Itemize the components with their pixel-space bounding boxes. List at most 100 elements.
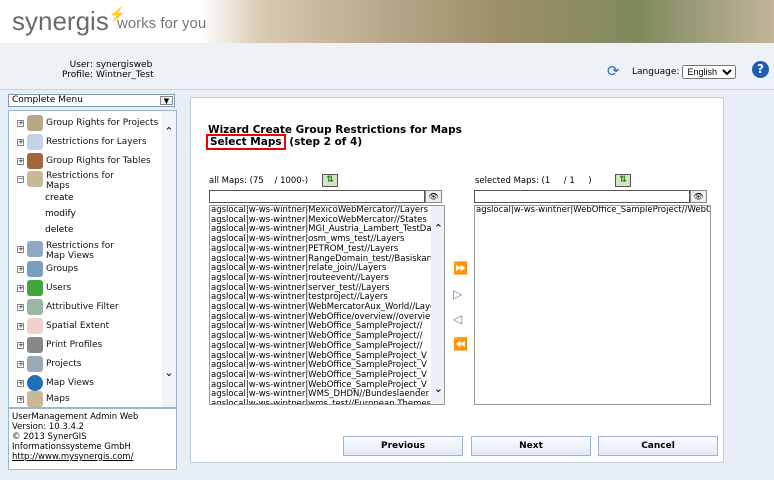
all-maps-label: all Maps: (75 / 1000-) (209, 176, 309, 186)
menu-item-spatial-extent[interactable]: + Spatial Extent (17, 318, 109, 334)
submenu-create[interactable]: create (45, 193, 74, 203)
cancel-button[interactable]: Cancel (598, 436, 718, 456)
menu-item-maps[interactable]: + Maps (17, 391, 70, 407)
search-icon[interactable]: 👁 (690, 190, 707, 203)
all-maps-list[interactable]: ⌃ ⌄ agslocal|w-ws-wintner|MexicoWebMercat… (209, 205, 445, 405)
user-label: User: (69, 60, 93, 70)
expand-icon[interactable]: + (17, 284, 24, 292)
printer-icon (27, 337, 43, 353)
selected-maps-filter-input[interactable] (474, 190, 690, 203)
selected-maps-label: selected Maps: (1 / 1 ) (475, 176, 592, 186)
menu-item-restrictions-layers[interactable]: + Restrictions for Layers (17, 134, 147, 150)
menu-item-restrictions-map-views[interactable]: + Restrictions for Map Views (17, 241, 126, 261)
expand-icon[interactable]: + (17, 395, 24, 403)
move-right-button[interactable]: ▷ (453, 287, 462, 301)
profile-name: Wintner_Test (96, 70, 154, 80)
user-name: synergisweb (96, 60, 153, 70)
move-all-right-button[interactable]: ⏩ (453, 261, 468, 275)
step-info: (step 2 of 4) (289, 136, 363, 148)
about-version: Version: 10.3.4.2 (12, 422, 84, 432)
list-item[interactable]: agslocal|w-ws-wintner|wms_test//European… (210, 399, 444, 404)
scroll-down-icon[interactable]: ⌄ (432, 383, 444, 394)
sidebar: Complete Menu ▼ + Group Rights for Project… (8, 94, 177, 408)
language-select[interactable]: English (682, 65, 737, 79)
expand-icon[interactable]: + (17, 119, 24, 127)
projects-icon (27, 356, 43, 372)
menu-item-label: Attributive Filter (46, 301, 119, 312)
groups-icon (27, 261, 43, 277)
about-copyright: © 2013 SynerGIS (12, 432, 87, 442)
menu-item-label: Groups (46, 263, 79, 274)
list-scrollbar[interactable]: ⌃ ⌄ (431, 206, 444, 404)
scroll-down-icon[interactable]: ⌄ (162, 366, 176, 379)
submenu-modify[interactable]: modify (45, 209, 76, 219)
menu-item-print-profiles[interactable]: + Print Profiles (17, 337, 102, 353)
help-icon[interactable]: ? (752, 61, 769, 78)
maps-icon (27, 391, 43, 407)
users-icon (27, 280, 43, 296)
expand-icon[interactable]: + (17, 157, 24, 165)
menu-tree: + Group Rights for Projects + Restrictions… (8, 110, 177, 408)
search-icon[interactable]: 👁 (425, 190, 442, 203)
expand-icon[interactable]: + (17, 341, 24, 349)
mapview-user-icon (27, 241, 43, 257)
expand-icon[interactable]: + (17, 303, 24, 311)
map-user-icon (27, 171, 43, 187)
menu-scrollbar[interactable]: ⌃ ⌄ (162, 111, 176, 407)
menu-select-value: Complete Menu (12, 95, 83, 105)
lock-user-icon (27, 115, 43, 131)
step-title: Select Maps (206, 134, 286, 150)
expand-icon[interactable]: + (17, 138, 24, 146)
menu-item-map-views[interactable]: + Map Views (17, 375, 94, 391)
refresh-icon[interactable]: ⟳ (607, 62, 620, 80)
menu-item-group-rights-tables[interactable]: + Group Rights for Tables (17, 153, 151, 169)
menu-item-label: Print Profiles (46, 339, 103, 350)
about-product: UserManagement Admin Web (12, 412, 139, 422)
selected-maps-list[interactable]: agslocal|w-ws-wintner|WebOffice_SamplePr… (474, 205, 711, 405)
globe-icon (27, 375, 43, 391)
list-item[interactable]: agslocal|w-ws-wintner|WebOffice_SamplePr… (475, 206, 710, 216)
header-banner: synergis⚡ works for you (0, 0, 774, 43)
menu-item-label: Restrictions for Map Views (46, 241, 114, 261)
wizard-step: Select Maps (step 2 of 4) (206, 134, 363, 150)
menu-item-group-rights-projects[interactable]: + Group Rights for Projects (17, 115, 158, 131)
tagline: works for you (117, 15, 207, 32)
collapse-icon[interactable]: − (17, 176, 24, 183)
filter-icon (27, 299, 43, 315)
menu-item-label: Group Rights for Tables (46, 155, 151, 166)
move-left-button[interactable]: ◁ (453, 312, 462, 326)
menu-item-label: Projects (46, 358, 82, 369)
expand-icon[interactable]: + (17, 322, 24, 330)
menu-item-attributive-filter[interactable]: + Attributive Filter (17, 299, 119, 315)
menu-item-projects[interactable]: + Projects (17, 356, 81, 372)
menu-item-label: Users (46, 282, 72, 293)
submenu-delete[interactable]: delete (45, 225, 73, 235)
menu-item-label: Map Views (46, 377, 94, 388)
menu-item-users[interactable]: + Users (17, 280, 71, 296)
extent-icon (27, 318, 43, 334)
move-all-left-button[interactable]: ⏪ (453, 337, 468, 351)
menu-item-groups[interactable]: + Groups (17, 261, 78, 277)
sort-selected-maps-button[interactable]: ⇅ (615, 174, 631, 187)
synergis-logo: synergis⚡ (12, 6, 127, 36)
menu-item-label: Spatial Extent (46, 320, 110, 331)
sort-all-maps-button[interactable]: ⇅ (322, 174, 338, 187)
expand-icon[interactable]: + (17, 379, 24, 387)
next-button[interactable]: Next (471, 436, 591, 456)
logo-text: synergis (12, 6, 109, 36)
company-link[interactable]: http://www.mysynergis.com/ (12, 452, 133, 462)
menu-item-restrictions-maps[interactable]: − Restrictions for Maps (17, 171, 126, 191)
all-maps-filter-input[interactable] (209, 190, 425, 203)
scroll-up-icon[interactable]: ⌃ (162, 125, 176, 138)
expand-icon[interactable]: + (17, 246, 24, 253)
profile-label: Profile: (61, 70, 93, 80)
menu-select[interactable]: Complete Menu ▼ (8, 94, 175, 107)
menu-item-label: Group Rights for Projects (46, 117, 159, 128)
scroll-up-icon[interactable]: ⌃ (432, 223, 444, 234)
language-label: Language: (632, 67, 680, 77)
expand-icon[interactable]: + (17, 360, 24, 368)
about-box: UserManagement Admin Web Version: 10.3.4… (8, 408, 177, 470)
previous-button[interactable]: Previous (343, 436, 463, 456)
menu-item-label: Restrictions for Layers (46, 136, 147, 147)
expand-icon[interactable]: + (17, 265, 24, 273)
